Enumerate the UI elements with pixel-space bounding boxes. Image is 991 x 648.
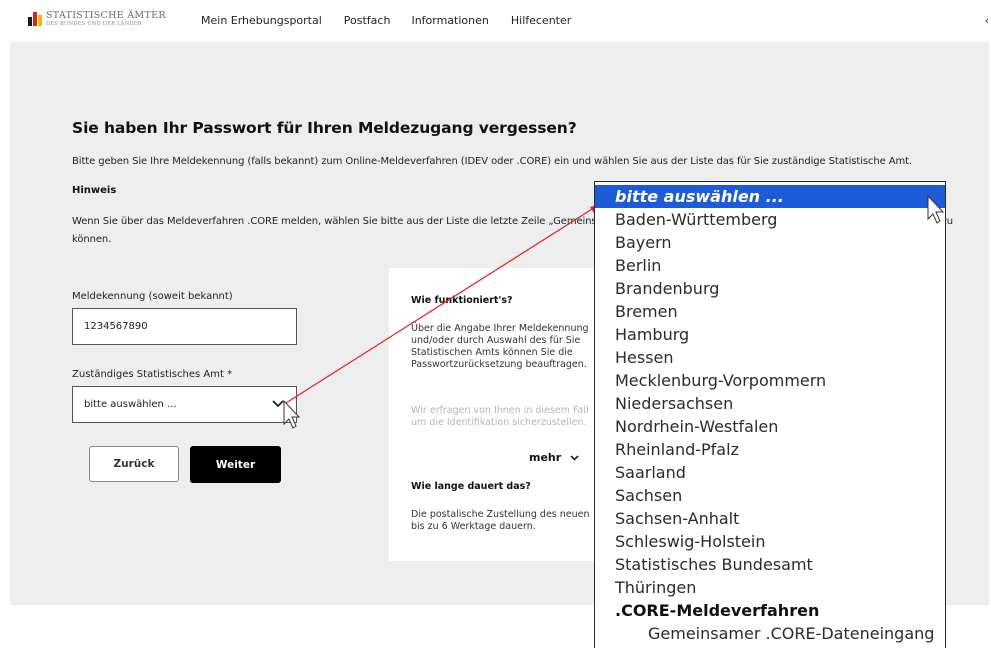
more-label: mehr <box>529 451 562 464</box>
chevron-down-icon <box>272 400 284 408</box>
hint-title: Hinweis <box>72 185 117 196</box>
page-title: Sie haben Ihr Passwort für Ihren Meldezu… <box>72 119 577 137</box>
meldekennung-input[interactable]: 1234567890 <box>72 308 297 345</box>
dropdown-group-label: .CORE-Meldeverfahren <box>615 601 820 620</box>
dropdown-option[interactable]: Berlin <box>595 254 945 277</box>
info-text-duration: Die postalische Zustellung des neuen bis… <box>411 509 590 532</box>
nav-informationen[interactable]: Informationen <box>411 14 488 27</box>
dropdown-option[interactable]: Bayern <box>595 231 945 254</box>
intro-text: Bitte geben Sie Ihre Meldekennung (falls… <box>72 156 913 167</box>
dropdown-option[interactable]: Brandenburg <box>595 277 945 300</box>
dropdown-option[interactable]: Hamburg <box>595 323 945 346</box>
next-button[interactable]: Weiter <box>190 446 281 483</box>
statistische-aemter-logo[interactable]: STATISTISCHE ÄMTER DES BUNDES UND DER LÄ… <box>28 11 166 27</box>
back-button[interactable]: Zurück <box>89 446 179 482</box>
meldekennung-label: Meldekennung (soweit bekannt) <box>72 291 233 302</box>
statistisches-amt-label: Zuständiges Statistisches Amt * <box>72 369 233 380</box>
logo-subtitle: DES BUNDES UND DER LÄNDER <box>46 20 142 27</box>
dropdown-option[interactable]: Saarland <box>595 461 945 484</box>
header-menu-glyph[interactable]: ‹ <box>985 14 989 27</box>
chevron-down-icon <box>570 454 579 461</box>
dropdown-option-selected[interactable]: bitte auswählen ... <box>595 185 945 208</box>
statistisches-amt-value: bitte auswählen ... <box>84 399 177 410</box>
main-nav: Mein Erhebungsportal Postfach Informatio… <box>201 14 593 27</box>
mouse-cursor-icon <box>927 195 945 224</box>
dropdown-option[interactable]: Mecklenburg-Vorpommern <box>595 369 945 392</box>
nav-hilfecenter[interactable]: Hilfecenter <box>511 14 571 27</box>
info-heading-duration: Wie lange dauert das? <box>411 481 531 492</box>
nav-postfach[interactable]: Postfach <box>344 14 391 27</box>
info-text-how: Über die Angabe Ihrer Meldekennung und/o… <box>411 323 589 370</box>
dropdown-option[interactable]: Nordrhein-Westfalen <box>595 415 945 438</box>
dropdown-option-core[interactable]: Gemeinsamer .CORE-Dateneingang <box>595 622 945 645</box>
site-header: STATISTISCHE ÄMTER DES BUNDES UND DER LÄ… <box>0 0 991 42</box>
logo-bars-icon <box>28 12 43 26</box>
dropdown-option[interactable]: Statistisches Bundesamt <box>595 553 945 576</box>
more-toggle[interactable]: mehr <box>529 451 579 464</box>
dropdown-option[interactable]: Baden-Württemberg <box>595 208 945 231</box>
dropdown-option[interactable]: Schleswig-Holstein <box>595 530 945 553</box>
dropdown-option[interactable]: Rheinland-Pfalz <box>595 438 945 461</box>
logo-title: STATISTISCHE ÄMTER <box>46 10 166 21</box>
statistisches-amt-dropdown-list[interactable]: bitte auswählen ... Baden-Württemberg Ba… <box>594 181 946 648</box>
dropdown-option[interactable]: Sachsen <box>595 484 945 507</box>
dropdown-option[interactable]: Hessen <box>595 346 945 369</box>
nav-mein-erhebungsportal[interactable]: Mein Erhebungsportal <box>201 14 322 27</box>
statistisches-amt-select[interactable]: bitte auswählen ... <box>72 386 297 423</box>
dropdown-option[interactable]: Bremen <box>595 300 945 323</box>
info-text-how-more: Wir erfragen von Ihnen in diesem Fall um… <box>411 405 589 428</box>
dropdown-option[interactable]: Niedersachsen <box>595 392 945 415</box>
info-card: Wie funktioniert's? Über die Angabe Ihre… <box>389 268 610 561</box>
dropdown-option[interactable]: Thüringen <box>595 576 945 599</box>
dropdown-option[interactable]: Sachsen-Anhalt <box>595 507 945 530</box>
info-heading-how: Wie funktioniert's? <box>411 295 513 306</box>
